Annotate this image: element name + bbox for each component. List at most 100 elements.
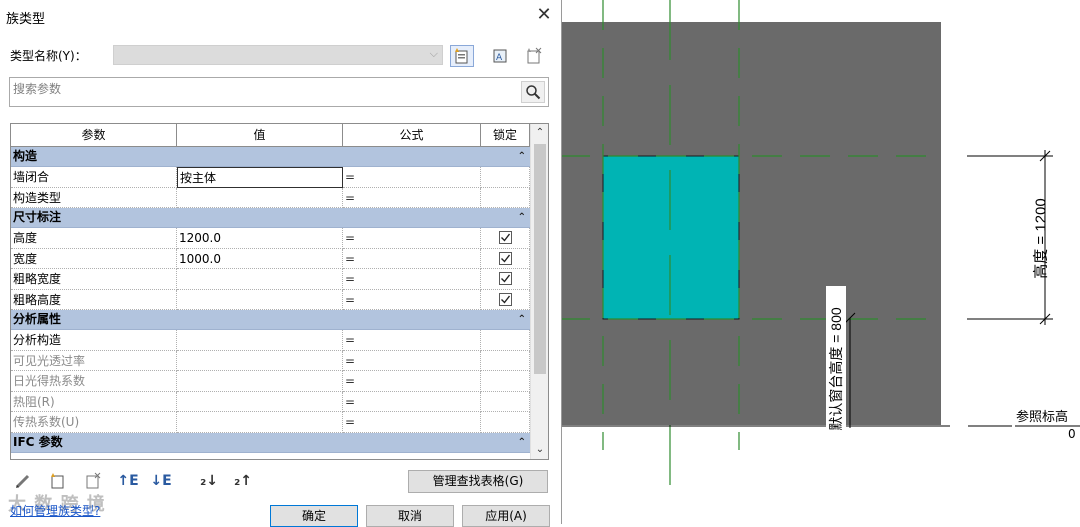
param-formula-cell[interactable]: =	[343, 167, 481, 188]
param-value-cell[interactable]: 1000.0	[177, 248, 343, 269]
scroll-thumb[interactable]	[534, 144, 546, 374]
search-placeholder: 搜索参数	[13, 82, 62, 96]
param-value-cell[interactable]	[177, 412, 343, 433]
search-icon[interactable]	[521, 81, 545, 103]
param-name-cell[interactable]: 热阻(R)	[11, 391, 177, 412]
param-name-cell[interactable]: 传热系数(U)	[11, 412, 177, 433]
group-header[interactable]: 分析属性 ⌃	[11, 310, 530, 330]
param-name-cell[interactable]: 粗略高度	[11, 289, 177, 310]
scroll-up-icon[interactable]: ⌃	[531, 124, 548, 142]
column-header-param[interactable]: 参数	[11, 124, 177, 147]
table-row[interactable]: 日光得热系数 =	[11, 371, 530, 392]
column-header-formula[interactable]: 公式	[343, 124, 481, 147]
param-formula-cell[interactable]: =	[343, 330, 481, 351]
table-row[interactable]: 传热系数(U) =	[11, 412, 530, 433]
param-value-cell[interactable]	[177, 330, 343, 351]
search-field[interactable]: 搜索参数	[9, 77, 549, 107]
column-header-value[interactable]: 值	[177, 124, 343, 147]
lock-checkbox[interactable]	[498, 272, 512, 286]
table-row[interactable]: 高度 1200.0 =	[11, 228, 530, 249]
type-name-select[interactable]: ⌵	[113, 45, 443, 65]
param-name-cell[interactable]: 墙闭合	[11, 167, 177, 188]
param-formula-cell[interactable]: =	[343, 289, 481, 310]
lock-checkbox[interactable]	[498, 292, 512, 306]
height-dim-label[interactable]: 高度 = 1200	[1030, 179, 1051, 299]
delete-type-icon[interactable]	[522, 45, 546, 67]
param-name-cell[interactable]: 宽度	[11, 248, 177, 269]
parameter-table[interactable]: 参数 值 公式 锁定 构造 ⌃ 墙闭合 按主体 = 构造类型 = 尺寸标注 ⌃ 高度 1200.0 =…	[10, 123, 549, 460]
table-header: 参数 值 公式 锁定	[11, 124, 530, 147]
table-row[interactable]: 分析构造 =	[11, 330, 530, 351]
param-lock-cell	[481, 330, 530, 351]
edit-pencil-icon[interactable]	[12, 470, 34, 492]
lock-checkbox[interactable]	[498, 251, 512, 265]
scroll-down-icon[interactable]: ⌄	[531, 441, 548, 459]
param-name-cell[interactable]: 粗略宽度	[11, 269, 177, 290]
vertical-scrollbar[interactable]: ⌃ ⌄	[530, 124, 548, 459]
collapse-icon[interactable]: ⌃	[518, 208, 526, 227]
move-up-icon[interactable]: ↑E	[117, 470, 139, 492]
param-formula-cell[interactable]: =	[343, 269, 481, 290]
param-lock-cell[interactable]	[481, 269, 530, 290]
param-formula-cell[interactable]: =	[343, 391, 481, 412]
table-row[interactable]: 粗略高度 =	[11, 289, 530, 310]
param-value-cell[interactable]	[177, 187, 343, 208]
param-value-cell[interactable]	[177, 371, 343, 392]
param-name-cell[interactable]: 高度	[11, 228, 177, 249]
collapse-icon[interactable]: ⌃	[518, 433, 526, 452]
collapse-icon[interactable]: ⌃	[518, 310, 526, 329]
table-row[interactable]: 热阻(R) =	[11, 391, 530, 412]
param-value-cell[interactable]	[177, 391, 343, 412]
param-formula-cell[interactable]: =	[343, 371, 481, 392]
sort-desc-icon[interactable]: ₂↑	[232, 470, 254, 492]
param-value-cell[interactable]	[177, 289, 343, 310]
rename-type-icon[interactable]: A	[488, 45, 512, 67]
table-row[interactable]: 宽度 1000.0 =	[11, 248, 530, 269]
param-name-cell[interactable]: 分析构造	[11, 330, 177, 351]
param-lock-cell[interactable]	[481, 228, 530, 249]
table-row[interactable]: 粗略宽度 =	[11, 269, 530, 290]
group-header[interactable]: IFC 参数 ⌃	[11, 432, 530, 453]
param-value-cell[interactable]: 按主体	[177, 167, 343, 188]
collapse-icon[interactable]: ⌃	[518, 147, 526, 166]
group-name: 构造	[13, 149, 38, 163]
sill-dim-label[interactable]: 默认窗台高度 = 800	[826, 286, 846, 452]
close-icon[interactable]: ✕	[533, 4, 555, 26]
table-row[interactable]: 可见光透过率 =	[11, 350, 530, 371]
level-value: 0	[1068, 427, 1076, 441]
new-type-icon[interactable]	[450, 45, 474, 67]
new-param-icon[interactable]	[47, 470, 69, 492]
param-lock-cell[interactable]	[481, 289, 530, 310]
param-value-cell[interactable]	[177, 269, 343, 290]
param-value-cell[interactable]: 1200.0	[177, 228, 343, 249]
window-glass[interactable]	[602, 155, 740, 320]
param-formula-cell[interactable]: =	[343, 248, 481, 269]
group-header[interactable]: 尺寸标注 ⌃	[11, 208, 530, 228]
group-header[interactable]: 构造 ⌃	[11, 147, 530, 167]
param-lock-cell[interactable]	[481, 248, 530, 269]
group-name: IFC 参数	[13, 434, 63, 449]
param-name-cell[interactable]: 可见光透过率	[11, 350, 177, 371]
svg-text:A: A	[496, 53, 503, 63]
manage-lookup-tables-button[interactable]: 管理查找表格(G)	[408, 470, 548, 493]
level-label[interactable]: 参照标高	[1016, 406, 1068, 425]
param-lock-cell	[481, 391, 530, 412]
param-name-cell[interactable]: 日光得热系数	[11, 371, 177, 392]
param-formula-cell[interactable]: =	[343, 187, 481, 208]
table-row[interactable]: 墙闭合 按主体 =	[11, 167, 530, 188]
lock-checkbox[interactable]	[498, 231, 512, 245]
column-header-lock[interactable]: 锁定	[481, 124, 530, 147]
param-formula-cell[interactable]: =	[343, 412, 481, 433]
move-down-icon[interactable]: ↓E	[150, 470, 172, 492]
param-formula-cell[interactable]: =	[343, 228, 481, 249]
sort-asc-icon[interactable]: ₂↓	[198, 470, 220, 492]
family-types-dialog: 族类型 ✕ 类型名称(Y)： ⌵ A 搜索参数 参数 值 公式 锁定 构造 ⌃ 墙闭…	[0, 0, 562, 527]
param-formula-cell[interactable]: =	[343, 350, 481, 371]
param-name-cell[interactable]: 构造类型	[11, 187, 177, 208]
delete-param-icon[interactable]	[82, 470, 104, 492]
param-lock-cell	[481, 371, 530, 392]
group-name: 尺寸标注	[13, 210, 62, 224]
table-row[interactable]: 构造类型 =	[11, 187, 530, 208]
howto-link[interactable]: 如何管理族类型?	[10, 502, 100, 519]
param-value-cell[interactable]	[177, 350, 343, 371]
